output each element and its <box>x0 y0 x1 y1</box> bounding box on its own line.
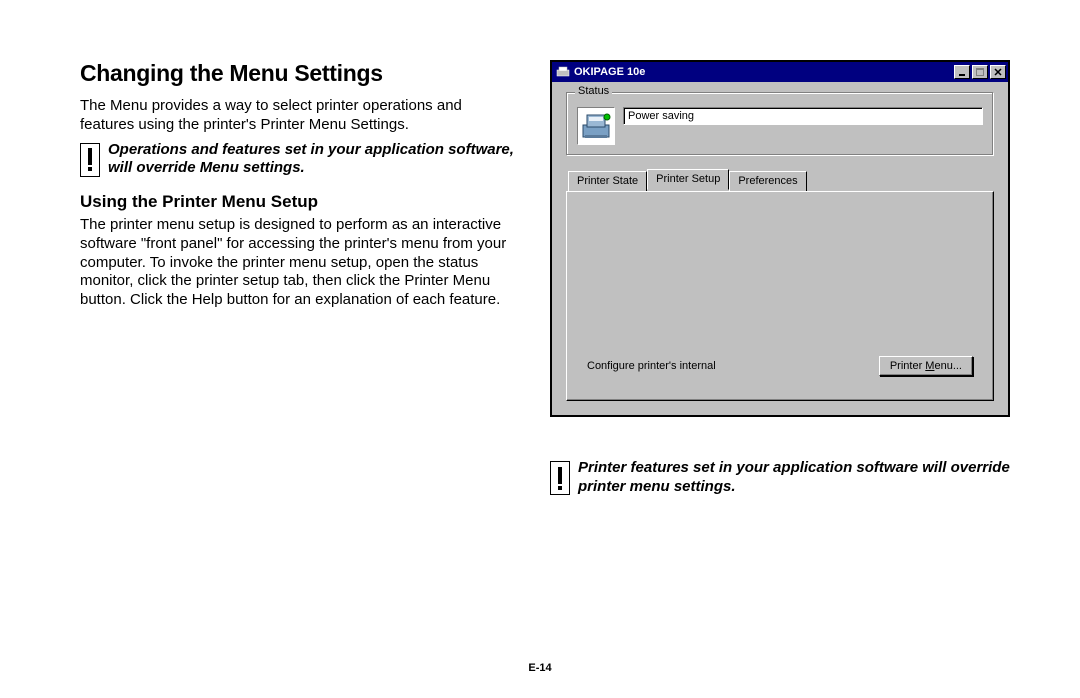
status-groupbox: Status Power saving <box>566 92 994 156</box>
tab-printer-setup[interactable]: Printer Setup <box>647 169 729 190</box>
titlebar[interactable]: OKIPAGE 10e <box>552 62 1008 82</box>
close-button[interactable] <box>990 65 1006 79</box>
window-title: OKIPAGE 10e <box>574 66 952 78</box>
note-1: Operations and features set in your appl… <box>80 141 520 179</box>
intro-paragraph: The Menu provides a way to select printe… <box>80 97 520 135</box>
exclaim-icon <box>550 461 570 495</box>
page-heading: Changing the Menu Settings <box>80 60 520 87</box>
tab-bar: Printer State Printer Setup Preferences <box>568 170 994 191</box>
panel-description: Configure printer's internal <box>587 360 716 372</box>
note-2: Printer features set in your application… <box>550 459 1010 497</box>
subheading: Using the Printer Menu Setup <box>80 192 520 212</box>
maximize-button[interactable] <box>972 65 988 79</box>
minimize-button[interactable] <box>954 65 970 79</box>
tab-preferences[interactable]: Preferences <box>729 171 806 192</box>
tab-printer-state[interactable]: Printer State <box>568 171 647 192</box>
printer-status-icon <box>577 107 615 145</box>
tab-panel: Configure printer's internal Printer Men… <box>566 191 994 401</box>
note-2-text: Printer features set in your application… <box>578 459 1010 497</box>
printer-menu-button[interactable]: Printer Menu... <box>879 356 973 376</box>
body-paragraph-2: The printer menu setup is designed to pe… <box>80 216 520 310</box>
page-number: E-14 <box>0 662 1080 674</box>
printer-app-icon <box>556 66 570 78</box>
exclaim-icon <box>80 143 100 177</box>
status-group-label: Status <box>575 85 612 97</box>
note-1-text: Operations and features set in your appl… <box>108 141 520 179</box>
status-text-field: Power saving <box>623 107 983 125</box>
printer-status-window: OKIPAGE 10e Status <box>550 60 1010 417</box>
